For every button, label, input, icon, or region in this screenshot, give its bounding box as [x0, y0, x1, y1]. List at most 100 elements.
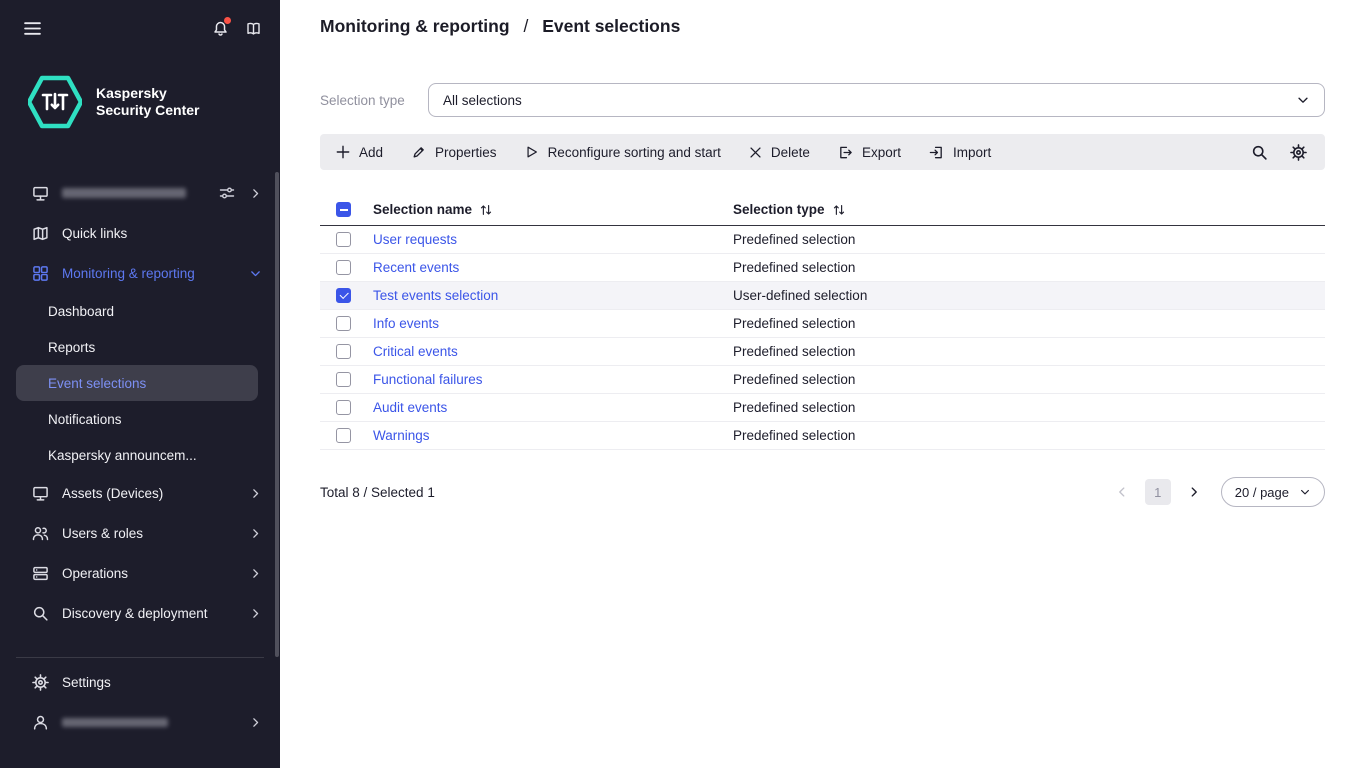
select-all-checkbox[interactable]: [336, 202, 351, 217]
sidebar-item-server[interactable]: [0, 173, 280, 213]
export-label: Export: [861, 144, 901, 160]
prev-page-icon[interactable]: [1115, 485, 1129, 499]
selection-summary: Total 8 / Selected 1: [320, 484, 435, 500]
add-button[interactable]: Add: [336, 145, 383, 160]
sidebar-item-event-selections[interactable]: Event selections: [16, 365, 258, 401]
table-row[interactable]: Test events selection User-defined selec…: [320, 282, 1325, 310]
sub-item-label: Dashboard: [48, 303, 115, 319]
row-checkbox[interactable]: [336, 428, 351, 443]
sidebar-nav: Quick links Monitoring & reporting Dashb…: [0, 173, 280, 742]
selection-name-link[interactable]: Functional failures: [373, 372, 483, 387]
selection-name-link[interactable]: Info events: [373, 316, 439, 331]
column-header-selection-type[interactable]: Selection type: [733, 202, 1325, 217]
sidebar-item-label: Settings: [62, 674, 111, 690]
stack-icon: [32, 565, 49, 582]
breadcrumb: Monitoring & reporting / Event selection…: [280, 0, 1366, 37]
page-size-dropdown[interactable]: 20 / page: [1220, 477, 1325, 507]
selection-type-text: Predefined selection: [733, 372, 856, 387]
table-row[interactable]: Info events Predefined selection: [320, 310, 1325, 338]
row-checkbox[interactable]: [336, 316, 351, 331]
selection-name-link[interactable]: Recent events: [373, 260, 459, 275]
server-icon: [32, 185, 49, 202]
properties-button[interactable]: Properties: [411, 145, 497, 160]
selection-name-link[interactable]: Test events selection: [373, 288, 498, 303]
properties-label: Properties: [435, 144, 497, 160]
search-icon[interactable]: [1251, 144, 1268, 161]
sidebar-item-label: Monitoring & reporting: [62, 265, 195, 281]
selection-type-dropdown[interactable]: All selections: [428, 83, 1325, 117]
person-icon: [32, 714, 49, 731]
sidebar-item-quick-links[interactable]: Quick links: [0, 213, 280, 253]
sidebar-item-kaspersky-announcements[interactable]: Kaspersky announcem...: [16, 437, 258, 473]
sidebar-item-monitoring-reporting[interactable]: Monitoring & reporting: [0, 253, 280, 293]
book-icon[interactable]: [245, 21, 262, 37]
table-row[interactable]: Functional failures Predefined selection: [320, 366, 1325, 394]
row-checkbox[interactable]: [336, 372, 351, 387]
table-row[interactable]: Warnings Predefined selection: [320, 422, 1325, 450]
sidebar-item-reports[interactable]: Reports: [16, 329, 258, 365]
dashboard-grid-icon: [32, 265, 49, 282]
reconfigure-button[interactable]: Reconfigure sorting and start: [525, 145, 721, 160]
map-icon: [32, 225, 49, 242]
table-footer: Total 8 / Selected 1 1 20 / page: [320, 477, 1325, 507]
row-checkbox[interactable]: [336, 344, 351, 359]
selections-table: Selection name Selection type User reque…: [320, 194, 1325, 450]
row-checkbox[interactable]: [336, 232, 351, 247]
redacted-user-name: [62, 717, 168, 727]
users-icon: [32, 525, 49, 542]
notifications-bell-icon[interactable]: [212, 17, 231, 37]
selection-name-link[interactable]: Critical events: [373, 344, 458, 359]
sort-arrows-icon[interactable]: [832, 203, 846, 217]
selection-name-link[interactable]: Warnings: [373, 428, 430, 443]
sort-arrows-icon[interactable]: [479, 203, 493, 217]
add-label: Add: [359, 144, 384, 160]
selection-type-text: Predefined selection: [733, 428, 856, 443]
chevron-right-icon: [249, 716, 262, 729]
sidebar-item-user-account[interactable]: [0, 702, 280, 742]
row-checkbox[interactable]: [336, 400, 351, 415]
gear-icon[interactable]: [1290, 143, 1307, 161]
delete-button[interactable]: Delete: [749, 145, 810, 160]
sidebar-item-users-roles[interactable]: Users & roles: [0, 513, 280, 553]
sidebar-item-notifications[interactable]: Notifications: [16, 401, 258, 437]
import-button[interactable]: Import: [929, 145, 991, 160]
sliders-icon[interactable]: [219, 185, 235, 201]
table-row[interactable]: Audit events Predefined selection: [320, 394, 1325, 422]
sidebar-item-discovery-deployment[interactable]: Discovery & deployment: [0, 593, 280, 633]
redacted-server-name: [62, 188, 186, 198]
filter-row: Selection type All selections: [320, 83, 1325, 117]
row-checkbox[interactable]: [336, 260, 351, 275]
export-button[interactable]: Export: [838, 145, 901, 160]
sidebar-scrollbar[interactable]: [275, 172, 279, 657]
selection-type-text: Predefined selection: [733, 232, 856, 247]
page-number[interactable]: 1: [1144, 479, 1171, 505]
selection-type-value: All selections: [443, 92, 522, 108]
gear-icon: [32, 673, 49, 691]
sidebar-item-label: Operations: [62, 565, 129, 581]
table-row[interactable]: Critical events Predefined selection: [320, 338, 1325, 366]
sidebar-item-operations[interactable]: Operations: [0, 553, 280, 593]
search-icon: [32, 605, 49, 622]
next-page-icon[interactable]: [1187, 485, 1201, 499]
x-icon: [749, 146, 762, 159]
row-checkbox[interactable]: [336, 288, 351, 303]
selection-name-link[interactable]: Audit events: [373, 400, 447, 415]
chevron-right-icon: [249, 607, 262, 620]
sidebar-item-label: Quick links: [62, 225, 128, 241]
selection-type-text: User-defined selection: [733, 288, 868, 303]
chevron-down-icon: [1299, 486, 1311, 498]
sidebar-item-dashboard[interactable]: Dashboard: [16, 293, 258, 329]
column-header-selection-name[interactable]: Selection name: [373, 202, 733, 217]
sidebar-item-settings[interactable]: Settings: [0, 662, 280, 702]
chevron-right-icon[interactable]: [249, 187, 262, 200]
breadcrumb-parent[interactable]: Monitoring & reporting: [320, 16, 510, 36]
brand-line-1: Kaspersky: [96, 84, 167, 101]
selection-type-text: Predefined selection: [733, 316, 856, 331]
hamburger-menu-icon[interactable]: [24, 21, 41, 36]
table-row[interactable]: User requests Predefined selection: [320, 226, 1325, 254]
sidebar-item-label: Assets (Devices): [62, 485, 164, 501]
table-header-row: Selection name Selection type: [320, 194, 1325, 226]
table-row[interactable]: Recent events Predefined selection: [320, 254, 1325, 282]
selection-name-link[interactable]: User requests: [373, 232, 457, 247]
sidebar-item-assets[interactable]: Assets (Devices): [0, 473, 280, 513]
